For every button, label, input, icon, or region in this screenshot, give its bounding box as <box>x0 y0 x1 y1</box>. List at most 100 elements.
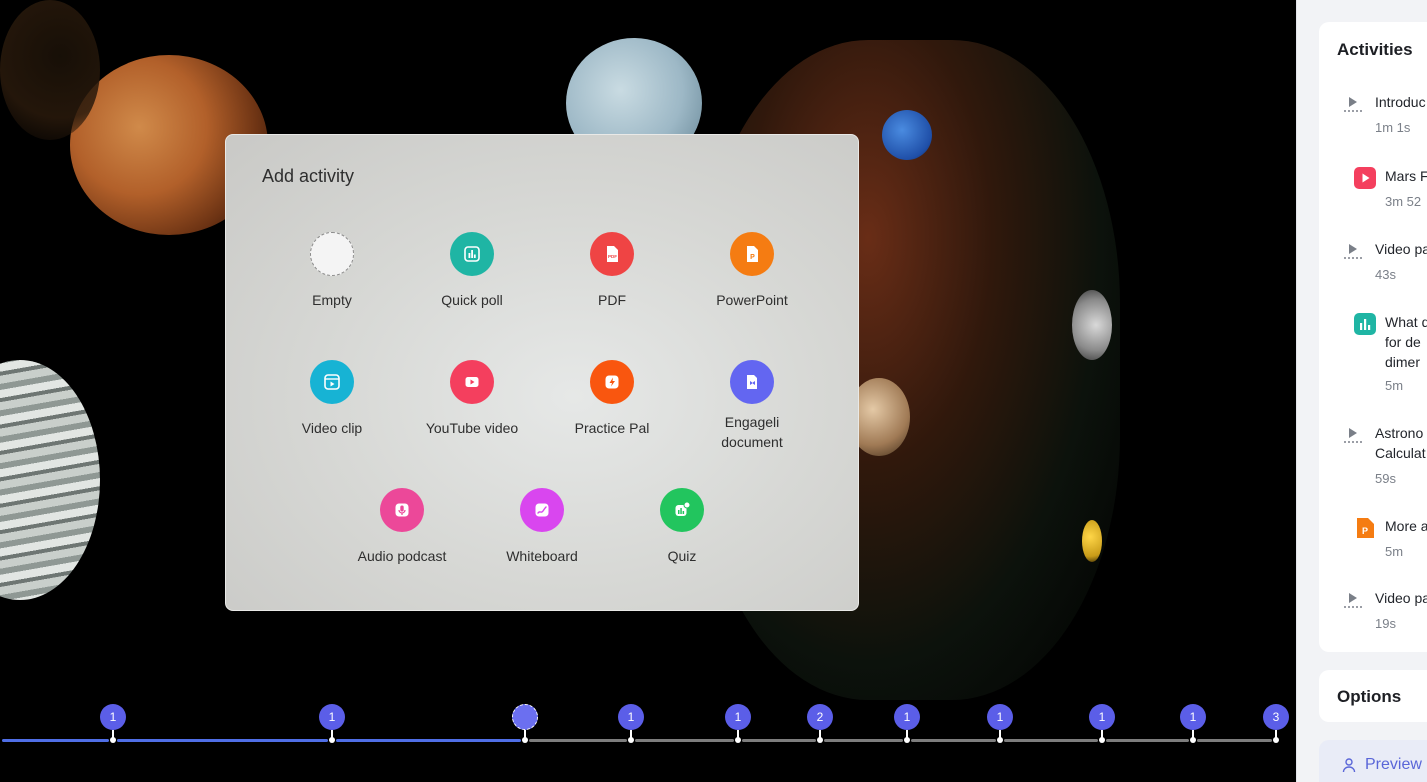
timeline-marker[interactable]: 2 <box>807 704 833 730</box>
timeline-marker[interactable]: 3 <box>1263 704 1289 730</box>
timeline-dot <box>735 737 741 743</box>
svg-text:PDF: PDF <box>608 254 617 259</box>
timeline-segment <box>742 739 816 742</box>
video-pause-icon <box>1341 239 1365 263</box>
timeline-dot <box>522 737 528 743</box>
timeline-segment <box>2 739 109 742</box>
activity-tile-empty[interactable]: Empty <box>262 232 402 310</box>
timeline-marker[interactable]: 1 <box>618 704 644 730</box>
neptune-planet-image <box>882 110 932 160</box>
timeline-segment <box>529 739 627 742</box>
activity-title-line2: for de <box>1385 334 1421 350</box>
timeline-segment <box>336 739 521 742</box>
user-icon <box>1342 758 1356 773</box>
poll-icon <box>450 232 494 276</box>
timeline-marker[interactable]: 1 <box>100 704 126 730</box>
activity-title: Video pa <box>1375 241 1427 257</box>
timeline-marker[interactable]: 1 <box>1089 704 1115 730</box>
activity-duration: 1m 1s <box>1375 120 1411 135</box>
tile-label: PDF <box>598 292 626 308</box>
activity-title: Mars F <box>1385 168 1427 184</box>
video-pause-icon <box>1341 588 1365 612</box>
tile-label: Video clip <box>301 420 363 436</box>
document-icon <box>730 360 774 404</box>
tile-label-line1: Engageli <box>724 414 780 430</box>
activity-title-line3: dimer <box>1385 354 1421 370</box>
tile-label: Practice Pal <box>574 420 650 436</box>
activity-tile-video-clip[interactable]: Video clip <box>262 360 402 438</box>
preview-button[interactable]: Preview <box>1341 756 1422 774</box>
tile-label: Whiteboard <box>506 548 578 564</box>
timeline-dot <box>329 737 335 743</box>
jupiter-planet-image <box>0 360 100 600</box>
timeline-dot <box>904 737 910 743</box>
mars-shadow <box>0 0 100 140</box>
activity-title: Introduc <box>1375 94 1426 110</box>
tile-label-line2: document <box>721 434 783 450</box>
timeline-segment <box>1197 739 1272 742</box>
timeline-segment <box>1004 739 1098 742</box>
pdf-icon: PDF <box>590 232 634 276</box>
activity-duration: 3m 52 <box>1385 194 1422 209</box>
video-stage: Add activity Empty Quick poll PDF PDF P … <box>0 0 1296 782</box>
timeline-marker[interactable]: 1 <box>894 704 920 730</box>
activity-title-line1: What d <box>1385 314 1427 330</box>
tile-label: Engageli document <box>682 412 822 452</box>
activity-tile-engageli-document[interactable]: Engageli document <box>682 360 822 452</box>
powerpoint-icon: P <box>730 232 774 276</box>
preview-label: Preview <box>1365 756 1422 773</box>
activity-title: More a <box>1385 518 1427 534</box>
timeline-dot <box>110 737 116 743</box>
timeline-dot <box>628 737 634 743</box>
timeline-segment <box>635 739 734 742</box>
timeline-segment <box>824 739 903 742</box>
timeline-dot <box>1099 737 1105 743</box>
activity-tile-powerpoint[interactable]: P PowerPoint <box>682 232 822 310</box>
timeline-marker-current[interactable] <box>512 704 538 730</box>
svg-text:P: P <box>1362 526 1368 536</box>
tile-label: Empty <box>312 292 352 308</box>
timeline-marker[interactable]: 1 <box>1180 704 1206 730</box>
timeline-marker[interactable]: 1 <box>987 704 1013 730</box>
activity-tile-practice-pal[interactable]: Practice Pal <box>542 360 682 438</box>
youtube-icon <box>1353 166 1377 190</box>
activity-title: Video pa <box>1375 590 1427 606</box>
activity-duration: 59s <box>1375 471 1396 486</box>
tile-label: YouTube video <box>425 420 519 436</box>
activity-tile-quick-poll[interactable]: Quick poll <box>402 232 542 310</box>
powerpoint-icon: P <box>1353 516 1377 540</box>
preview-panel: Preview <box>1319 740 1427 782</box>
timeline-segment <box>911 739 996 742</box>
activity-duration: 5m <box>1385 378 1404 393</box>
timeline-dot <box>997 737 1003 743</box>
timeline-dot <box>1273 737 1279 743</box>
timeline-marker[interactable]: 1 <box>725 704 751 730</box>
activity-tile-audio-podcast[interactable]: Audio podcast <box>332 488 472 566</box>
activity-tile-quiz[interactable]: Quiz <box>612 488 752 566</box>
video-clip-icon <box>310 360 354 404</box>
options-title: Options <box>1337 687 1402 706</box>
activity-title-line2: Calculat <box>1375 445 1426 461</box>
options-panel[interactable]: Options <box>1319 670 1427 722</box>
timeline-dot <box>1190 737 1196 743</box>
quiz-icon <box>660 488 704 532</box>
add-activity-modal: Add activity Empty Quick poll PDF PDF P … <box>225 134 859 611</box>
tile-label: Quick poll <box>441 292 503 308</box>
poll-icon <box>1353 312 1377 336</box>
activity-tile-whiteboard[interactable]: Whiteboard <box>472 488 612 566</box>
right-sidebar: Activities Introduc 1m 1s Mars F 3m 52 V… <box>1296 0 1427 782</box>
timeline-segment <box>117 739 328 742</box>
tile-label: Quiz <box>667 548 697 564</box>
activity-duration: 43s <box>1375 267 1396 282</box>
timeline-segment <box>1106 739 1189 742</box>
microphone-icon <box>380 488 424 532</box>
lightning-icon <box>590 360 634 404</box>
yellow-planet-image <box>1082 520 1102 562</box>
activities-title: Activities <box>1337 40 1413 59</box>
activity-timeline: 1 1 1 1 2 1 1 1 1 3 <box>0 700 1296 760</box>
activity-tile-pdf[interactable]: PDF PDF <box>542 232 682 310</box>
timeline-marker[interactable]: 1 <box>319 704 345 730</box>
youtube-icon <box>450 360 494 404</box>
activity-tile-youtube-video[interactable]: YouTube video <box>402 360 542 438</box>
whiteboard-icon <box>520 488 564 532</box>
